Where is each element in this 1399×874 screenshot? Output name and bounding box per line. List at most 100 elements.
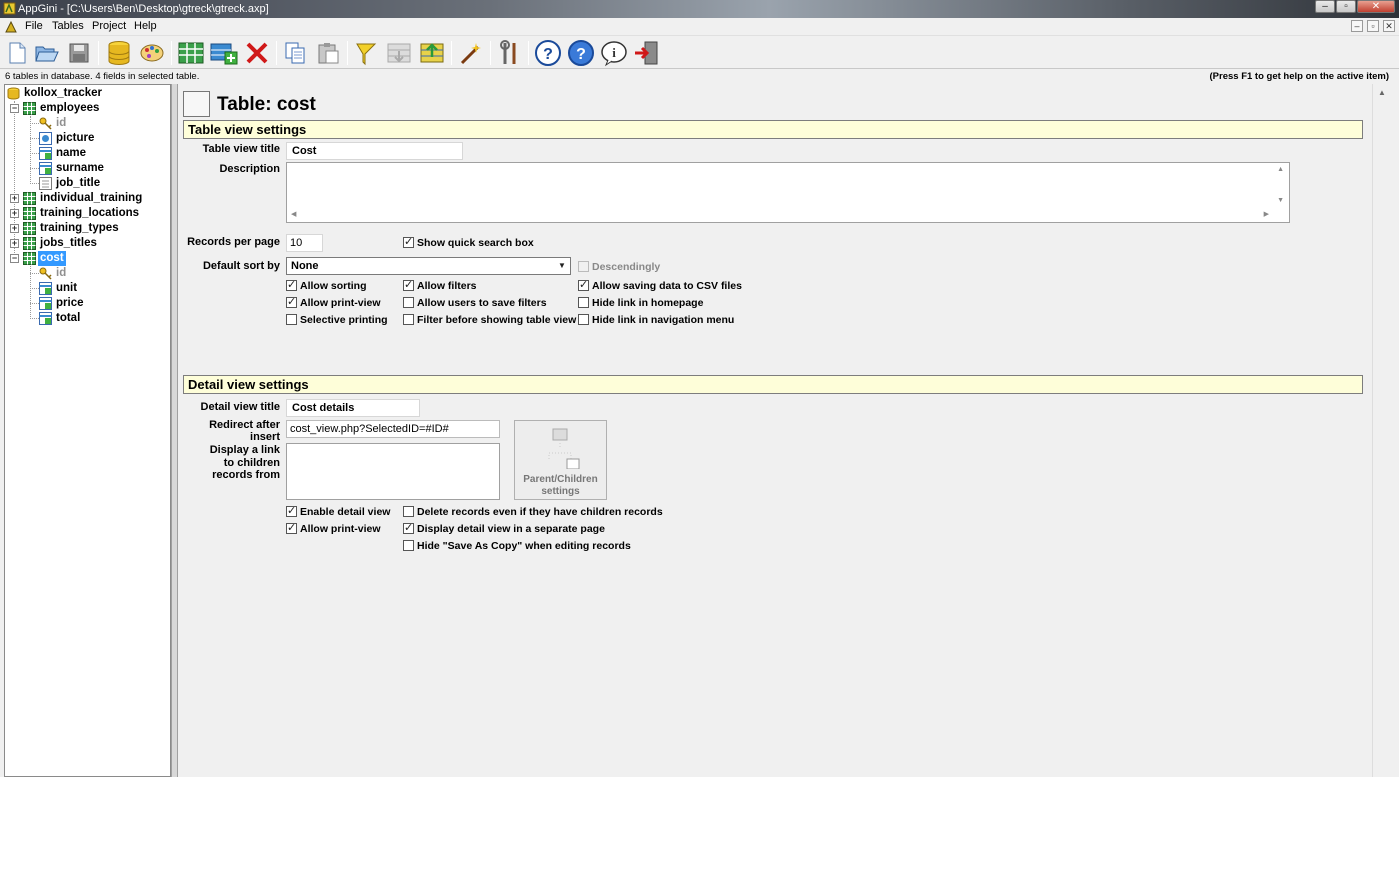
new-field-icon bbox=[210, 43, 238, 65]
collapse-icon[interactable]: − bbox=[10, 104, 19, 113]
move-down-button[interactable] bbox=[385, 39, 413, 67]
title-bar: AppGini - [C:\Users\Ben\Desktop\gtreck\g… bbox=[0, 0, 1399, 18]
copy-button[interactable] bbox=[281, 39, 309, 67]
text-field-icon bbox=[39, 282, 52, 295]
checkbox-box bbox=[403, 235, 414, 248]
detail-view-title-input[interactable]: Cost details bbox=[286, 399, 420, 417]
tree-label: training_locations bbox=[40, 207, 140, 219]
open-project-button[interactable] bbox=[33, 39, 61, 67]
default-sort-select[interactable]: None ▼ bbox=[286, 257, 571, 275]
display-link-label-line: Display a link bbox=[209, 444, 280, 456]
checkbox-box bbox=[578, 261, 589, 272]
new-table-icon bbox=[178, 42, 204, 64]
scroll-up-icon[interactable]: ▲ bbox=[1378, 88, 1386, 97]
checkbox-box bbox=[286, 278, 297, 291]
table-icon bbox=[23, 192, 36, 205]
tools-button[interactable] bbox=[496, 39, 524, 67]
redirect-after-insert-input[interactable]: cost_view.php?SelectedID=#ID# bbox=[286, 420, 500, 438]
expand-icon[interactable]: + bbox=[10, 194, 19, 203]
panel-splitter[interactable] bbox=[171, 84, 178, 777]
theme-button[interactable] bbox=[138, 39, 166, 67]
records-per-page-input[interactable]: 10 bbox=[286, 234, 323, 252]
new-table-button[interactable] bbox=[177, 39, 205, 67]
section-table-view: Table view settings bbox=[183, 120, 1363, 139]
open-project-icon bbox=[35, 46, 59, 62]
description-textarea[interactable]: ▲ ▼ ◀ ▶ bbox=[286, 162, 1290, 223]
chevron-down-icon[interactable]: ▼ bbox=[554, 258, 570, 274]
default-sort-label: Default sort by bbox=[202, 260, 280, 272]
image-field-icon bbox=[39, 132, 52, 145]
mdi-restore-button[interactable]: ▫ bbox=[1367, 20, 1379, 32]
key-icon bbox=[39, 117, 52, 130]
scroll-right-icon[interactable]: ▶ bbox=[1264, 210, 1269, 218]
menu-file[interactable]: File bbox=[25, 20, 43, 32]
mdi-close-button[interactable]: ✕ bbox=[1383, 20, 1395, 32]
close-button[interactable]: ✕ bbox=[1357, 0, 1395, 13]
scroll-left-icon[interactable]: ◀ bbox=[291, 210, 296, 218]
checkbox-box bbox=[286, 314, 297, 325]
appgini-menu-icon[interactable] bbox=[4, 20, 18, 34]
status-summary: 6 tables in database. 4 fields in select… bbox=[5, 71, 200, 82]
scroll-down-icon[interactable]: ▼ bbox=[1277, 197, 1284, 204]
table-view-title-input[interactable]: Cost bbox=[286, 142, 463, 160]
tree-label: price bbox=[56, 297, 84, 309]
appgini-icon bbox=[3, 2, 16, 15]
parent-children-settings-button[interactable]: Parent/Children settings bbox=[514, 420, 607, 500]
tree-label: picture bbox=[56, 132, 95, 144]
exit-icon bbox=[635, 41, 658, 65]
new-project-button[interactable] bbox=[3, 39, 31, 67]
scroll-up-icon[interactable]: ▲ bbox=[1277, 166, 1284, 173]
maximize-button[interactable]: ▫ bbox=[1336, 0, 1356, 13]
collapse-icon[interactable]: − bbox=[10, 254, 19, 263]
expand-icon[interactable]: + bbox=[10, 239, 19, 248]
wizard-button[interactable] bbox=[457, 39, 485, 67]
records-per-page-label: Records per page bbox=[187, 236, 280, 248]
checkbox-box bbox=[403, 314, 414, 325]
tree-label: cost bbox=[38, 251, 66, 266]
delete-button[interactable] bbox=[243, 39, 271, 67]
exit-button[interactable] bbox=[633, 39, 661, 67]
parent-children-label-line: Parent/Children bbox=[523, 474, 598, 485]
table-icon bbox=[23, 237, 36, 250]
menu-project[interactable]: Project bbox=[92, 20, 126, 32]
vertical-scrollbar[interactable]: ▲ bbox=[1372, 84, 1390, 777]
database-button[interactable] bbox=[105, 39, 133, 67]
expand-icon[interactable]: + bbox=[10, 209, 19, 218]
tree-item-table-employees[interactable]: − employees bbox=[5, 101, 165, 116]
paste-button[interactable] bbox=[314, 39, 342, 67]
tree-label: total bbox=[56, 312, 81, 324]
about-button[interactable]: i bbox=[600, 39, 628, 67]
tree-label: employees bbox=[40, 102, 100, 114]
display-link-label-line: records from bbox=[212, 469, 280, 481]
app-window: AppGini - [C:\Users\Ben\Desktop\gtreck\g… bbox=[0, 0, 1399, 777]
help-topics-button[interactable]: ? bbox=[567, 39, 595, 67]
new-project-icon bbox=[9, 42, 26, 64]
move-up-button[interactable] bbox=[418, 39, 446, 67]
expand-icon[interactable]: + bbox=[10, 224, 19, 233]
save-project-button[interactable] bbox=[65, 39, 93, 67]
mdi-minimize-button[interactable]: – bbox=[1351, 20, 1363, 32]
description-label: Description bbox=[219, 163, 280, 175]
highlight-icon bbox=[356, 43, 377, 66]
menu-help[interactable]: Help bbox=[134, 20, 157, 32]
tree-label: job_title bbox=[56, 177, 101, 189]
table-view-title-label: Table view title bbox=[202, 143, 280, 155]
wizard-icon bbox=[460, 43, 481, 65]
table-icon-button[interactable] bbox=[183, 91, 210, 117]
help-button[interactable]: ? bbox=[534, 39, 562, 67]
checkbox-box bbox=[578, 314, 589, 325]
tree-label: unit bbox=[56, 282, 78, 294]
database-icon bbox=[108, 41, 130, 65]
text-field-icon bbox=[39, 162, 52, 175]
checkbox-box bbox=[403, 540, 414, 551]
svg-text:i: i bbox=[612, 45, 616, 60]
copy-icon bbox=[285, 42, 305, 64]
highlight-button[interactable] bbox=[352, 39, 380, 67]
menu-tables[interactable]: Tables bbox=[52, 20, 84, 32]
new-field-button[interactable] bbox=[210, 39, 238, 67]
theme-icon bbox=[140, 44, 164, 62]
children-tables-list[interactable] bbox=[286, 443, 500, 500]
minimize-button[interactable]: – bbox=[1315, 0, 1335, 13]
svg-text:?: ? bbox=[543, 46, 553, 63]
checkbox-box bbox=[578, 278, 589, 291]
